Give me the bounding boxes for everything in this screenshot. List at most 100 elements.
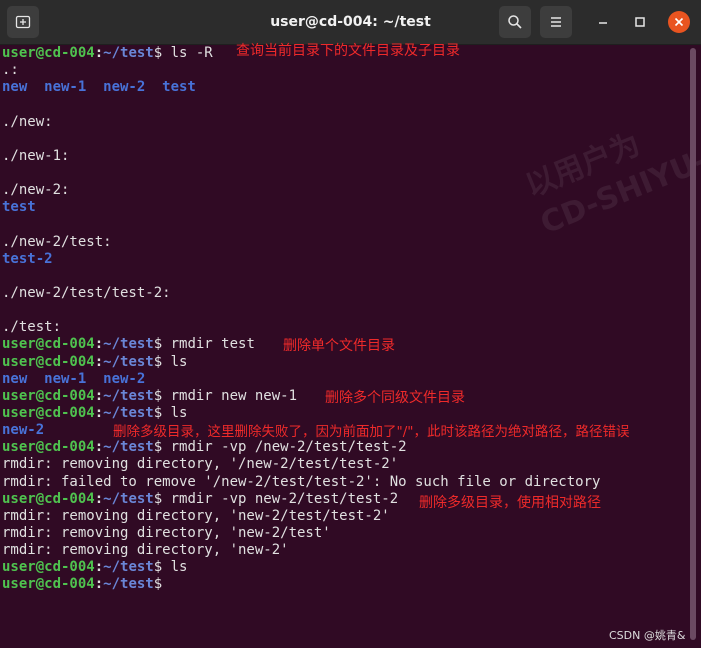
prompt-symbol: $ (153, 439, 171, 456)
prompt-symbol: $ (153, 404, 171, 421)
prompt-colon: : (94, 353, 104, 370)
output-line: rmdir: failed to remove '/new-2/test/tes… (2, 474, 688, 491)
output-line: .: (2, 62, 688, 79)
command-text: rmdir -vp /new-2/test/test-2 (170, 439, 407, 456)
prompt-line: user@cd-004:~/test$ ls (2, 559, 688, 576)
prompt-line: user@cd-004:~/test$ ls (2, 354, 688, 371)
output-line: rmdir: removing directory, '/new-2/test/… (2, 456, 688, 473)
output-text: ./new-2: (2, 182, 70, 199)
prompt-user-host: user@cd-004 (2, 439, 95, 456)
prompt-path: ~/test (103, 45, 154, 61)
output-text: .: (2, 62, 19, 79)
prompt-symbol: $ (153, 387, 171, 404)
hamburger-menu-icon (551, 17, 561, 27)
prompt-line: user@cd-004:~/test$ (2, 576, 688, 593)
prompt-path: ~/test (103, 404, 154, 421)
prompt-user-host: user@cd-004 (2, 387, 95, 404)
command-text: ls (170, 353, 188, 370)
prompt-line: user@cd-004:~/test$ ls (2, 405, 688, 422)
output-text: ./new-2/test: (2, 233, 112, 250)
directory-listing: test-2 (2, 251, 688, 268)
search-icon (508, 15, 522, 29)
directory-listing: new new-1 new-2 test (2, 79, 688, 96)
close-button[interactable] (668, 11, 690, 33)
command-text: ls (170, 559, 188, 576)
output-text: rmdir: removing directory, 'new-2' (2, 542, 289, 559)
prompt-colon: : (94, 559, 104, 576)
output-text: rmdir: removing directory, 'new-2/test/t… (2, 507, 390, 524)
prompt-colon: : (94, 439, 104, 456)
minimize-button[interactable] (593, 12, 613, 32)
maximize-icon (635, 17, 645, 27)
command-text: ls -R (170, 45, 213, 61)
menu-button[interactable] (540, 6, 572, 38)
command-text: rmdir -vp new-2/test/test-2 (170, 490, 399, 507)
output-text: ./test: (2, 319, 62, 336)
maximize-button[interactable] (630, 12, 650, 32)
prompt-user-host: user@cd-004 (2, 336, 95, 353)
annotation-rmdir-multi: 删除多个同级文件目录 (325, 390, 465, 406)
prompt-user-host: user@cd-004 (2, 490, 95, 507)
annotation-rmdir-single: 删除单个文件目录 (283, 338, 395, 354)
output-line: ./new: (2, 114, 688, 131)
minimize-icon (599, 22, 607, 24)
prompt-path: ~/test (103, 387, 154, 404)
prompt-symbol: $ (153, 353, 171, 370)
prompt-path: ~/test (103, 439, 154, 456)
output-line: rmdir: removing directory, 'new-2' (2, 542, 688, 559)
close-icon (674, 17, 684, 27)
csdn-credit: CSDN @姚青& (609, 629, 686, 642)
output-line: ./new-2/test: (2, 234, 688, 251)
command-text: ls (170, 404, 188, 421)
prompt-path: ~/test (103, 336, 154, 353)
output-text: ./new: (2, 113, 53, 130)
prompt-path: ~/test (103, 490, 154, 507)
prompt-user-host: user@cd-004 (2, 353, 95, 370)
title-bar: user@cd-004: ~/test (0, 0, 701, 45)
prompt-colon: : (94, 490, 104, 507)
output-line: ./test: (2, 319, 688, 336)
prompt-user-host: user@cd-004 (2, 559, 95, 576)
prompt-symbol: $ (153, 576, 171, 593)
prompt-colon: : (94, 576, 104, 593)
directory-names: new new-1 new-2 (2, 370, 146, 387)
prompt-symbol: $ (153, 45, 171, 61)
prompt-symbol: $ (153, 336, 171, 353)
prompt-path: ~/test (103, 559, 154, 576)
prompt-user-host: user@cd-004 (2, 576, 95, 593)
prompt-colon: : (94, 45, 104, 61)
directory-names: new-2 (2, 422, 45, 439)
directory-names: test-2 (2, 250, 53, 267)
prompt-user-host: user@cd-004 (2, 45, 95, 61)
output-line: ./new-1: (2, 148, 688, 165)
directory-listing: test (2, 199, 688, 216)
command-text: rmdir new new-1 (170, 387, 298, 404)
output-line: ./new-2/test/test-2: (2, 285, 688, 302)
output-text: ./new-2/test/test-2: (2, 284, 171, 301)
annotation-rmdir-abs-fail: 删除多级目录，这里删除失败了，因为前面加了"/"，此时该路径为绝对路径，路径错误 (113, 424, 630, 440)
directory-listing: new new-1 new-2 (2, 371, 688, 388)
prompt-symbol: $ (153, 490, 171, 507)
scrollbar[interactable] (690, 48, 696, 640)
prompt-line: user@cd-004:~/test$ rmdir -vp /new-2/tes… (2, 439, 688, 456)
directory-names: new new-1 new-2 test (2, 79, 196, 96)
output-line: ./new-2: (2, 182, 688, 199)
output-text: rmdir: removing directory, 'new-2/test' (2, 524, 331, 541)
command-text: rmdir test (170, 336, 255, 353)
output-text: ./new-1: (2, 147, 70, 164)
prompt-colon: : (94, 336, 104, 353)
annotation-rmdir-rel: 删除多级目录，使用相对路径 (419, 495, 601, 511)
output-line: rmdir: removing directory, 'new-2/test' (2, 525, 688, 542)
prompt-path: ~/test (103, 576, 154, 593)
output-text: rmdir: removing directory, '/new-2/test/… (2, 456, 399, 473)
prompt-user-host: user@cd-004 (2, 404, 95, 421)
search-button[interactable] (499, 6, 531, 38)
prompt-colon: : (94, 404, 104, 421)
output-text: rmdir: failed to remove '/new-2/test/tes… (2, 473, 601, 490)
